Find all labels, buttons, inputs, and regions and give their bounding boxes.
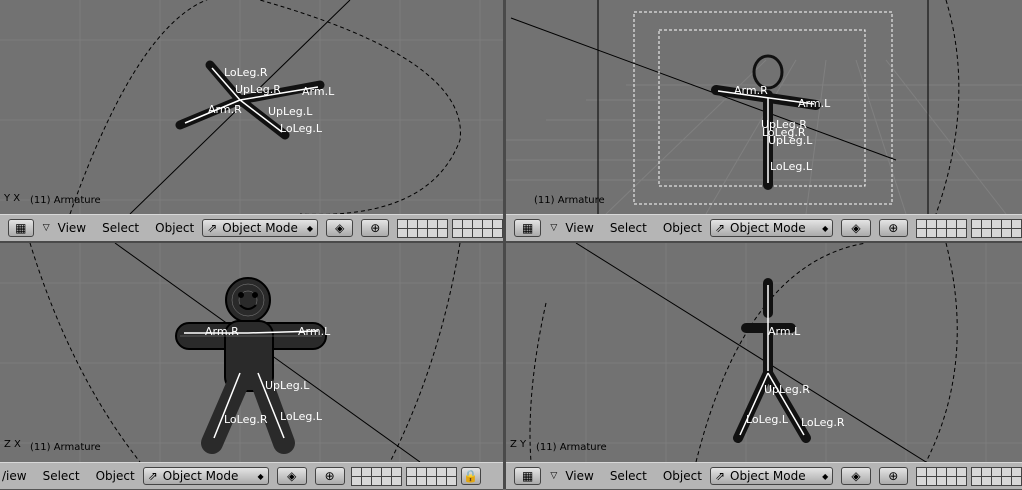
object-mode-icon: ⇗ — [714, 221, 725, 235]
bone-label: UpLeg.R — [235, 83, 281, 96]
viewport-object-label: (11) Armature — [534, 195, 605, 206]
viewport-object-label: (11) Armature — [30, 442, 101, 453]
grid-menu-icon[interactable]: ▦ — [514, 219, 542, 237]
view-menu[interactable]: View — [557, 469, 601, 483]
object-menu[interactable]: Object — [655, 469, 710, 483]
pivot-icon[interactable]: ⊕ — [314, 467, 345, 485]
collapse-triangle-icon[interactable]: ▽ — [43, 223, 50, 233]
draw-type-icon[interactable]: ◈ — [325, 219, 354, 237]
safe-area — [658, 29, 866, 187]
layer-buttons[interactable] — [405, 466, 457, 486]
select-menu[interactable]: Select — [35, 469, 88, 483]
layer-buttons[interactable] — [397, 218, 448, 238]
bone-label: Arm.R — [734, 84, 768, 97]
draw-type-icon[interactable]: ◈ — [841, 467, 871, 485]
viewport-header: ▦ ▽ View Select Object ⇗ Object Mode ◆ ◈ ⊕ — [506, 462, 1022, 490]
collapse-triangle-icon[interactable]: ▽ — [550, 471, 557, 481]
viewport-divider-vertical[interactable] — [503, 0, 506, 489]
bone-label: UpLeg.L — [268, 105, 313, 118]
grid-menu-icon[interactable]: ▦ — [8, 219, 34, 237]
viewport-header: ▦ ▽ View Select Object ⇗ Object Mode ◆ ◈ ⊕ — [506, 214, 1022, 242]
bone-label: Arm.L — [768, 325, 801, 338]
layer-buttons[interactable] — [452, 218, 503, 238]
bone-label: LoLeg.L — [770, 160, 813, 173]
draw-type-icon[interactable]: ◈ — [841, 219, 871, 237]
viewport-top-left[interactable]: LoLeg.R UpLeg.R Arm.R Arm.L UpLeg.L LoLe… — [0, 0, 503, 214]
object-menu[interactable]: Object — [655, 221, 710, 235]
viewport-canvas[interactable]: Arm.R Arm.L UpLeg.L LoLeg.R LoLeg.L — [0, 243, 503, 462]
lock-icon[interactable]: 🔒 — [460, 467, 481, 485]
layer-buttons[interactable] — [350, 466, 402, 486]
draw-type-icon[interactable]: ◈ — [276, 467, 307, 485]
view-menu[interactable]: View — [557, 221, 601, 235]
viewport-canvas[interactable]: Arm.R Arm.L UpLeg.R LoLeg.R UpLeg.L LoLe… — [506, 0, 1022, 214]
pivot-icon[interactable]: ⊕ — [878, 467, 908, 485]
viewport-bottom-right[interactable]: Arm.L UpLeg.R LoLeg.L LoLeg.R Z Y (11) A… — [506, 243, 1022, 462]
viewport-bottom-left[interactable]: Arm.R Arm.L UpLeg.L LoLeg.R LoLeg.L Z X … — [0, 243, 503, 462]
bone-label: UpLeg.L — [768, 134, 813, 147]
bone-label: LoLeg.L — [280, 410, 323, 423]
object-mode-icon: ⇗ — [207, 221, 218, 235]
camera-line — [575, 243, 927, 462]
viewport-top-right[interactable]: Arm.R Arm.L UpLeg.R LoLeg.R UpLeg.L LoLe… — [506, 0, 1022, 214]
axis-indicator: Z Y — [510, 439, 527, 450]
grid-menu-icon[interactable]: ▦ — [514, 467, 542, 485]
view-menu[interactable]: /iew — [0, 469, 35, 483]
bone-label: Arm.L — [298, 325, 331, 338]
viewport-object-label: (11) Armature — [30, 195, 101, 206]
viewport-header: /iew Select Object ⇗ Object Mode ◆ ◈ ⊕ 🔒 — [0, 462, 503, 490]
object-mode-icon: ⇗ — [714, 469, 725, 483]
pivot-icon[interactable]: ⊕ — [361, 219, 389, 237]
layer-buttons[interactable] — [971, 466, 1022, 486]
viewport-canvas[interactable]: LoLeg.R UpLeg.R Arm.R Arm.L UpLeg.L LoLe… — [0, 0, 503, 214]
bone-label: Arm.L — [798, 97, 831, 110]
viewport-canvas[interactable]: Arm.L UpLeg.R LoLeg.L LoLeg.R — [506, 243, 1022, 462]
mode-select[interactable]: ⇗ Object Mode ◆ — [142, 467, 269, 485]
object-menu[interactable]: Object — [147, 221, 202, 235]
collapse-triangle-icon[interactable]: ▽ — [550, 223, 557, 233]
bone-label: Arm.L — [302, 85, 335, 98]
viewport-header: ▦ ▽ View Select Object ⇗ Object Mode ◆ ◈ ⊕ — [0, 214, 503, 242]
bone-label: UpLeg.L — [265, 379, 310, 392]
pivot-icon[interactable]: ⊕ — [878, 219, 908, 237]
bone-label: LoLeg.R — [224, 66, 268, 79]
mode-select[interactable]: ⇗ Object Mode ◆ — [709, 467, 834, 485]
camera-frustum — [69, 0, 461, 214]
axis-indicator: Y X — [4, 193, 21, 204]
select-menu[interactable]: Select — [602, 221, 655, 235]
bone-label: LoLeg.L — [746, 413, 789, 426]
bone-label: Arm.R — [205, 325, 239, 338]
select-menu[interactable]: Select — [602, 469, 655, 483]
bone-label: Arm.R — [208, 103, 242, 116]
layer-buttons[interactable] — [916, 218, 967, 238]
axis-indicator: Z X — [4, 439, 21, 450]
layer-buttons[interactable] — [916, 466, 967, 486]
camera-line — [510, 17, 897, 161]
select-menu[interactable]: Select — [94, 221, 147, 235]
mode-select[interactable]: ⇗ Object Mode ◆ — [709, 219, 834, 237]
object-mode-icon: ⇗ — [147, 469, 158, 483]
layer-buttons[interactable] — [971, 218, 1022, 238]
bone-label: UpLeg.R — [764, 383, 810, 396]
view-menu[interactable]: View — [50, 221, 94, 235]
bone-label: LoLeg.L — [280, 122, 323, 135]
bone-label: LoLeg.R — [224, 413, 268, 426]
bone-label: LoLeg.R — [801, 416, 845, 429]
viewport-divider-horizontal[interactable] — [0, 241, 1022, 243]
mode-select[interactable]: ⇗ Object Mode ◆ — [202, 219, 318, 237]
viewport-object-label: (11) Armature — [536, 442, 607, 453]
object-menu[interactable]: Object — [88, 469, 143, 483]
